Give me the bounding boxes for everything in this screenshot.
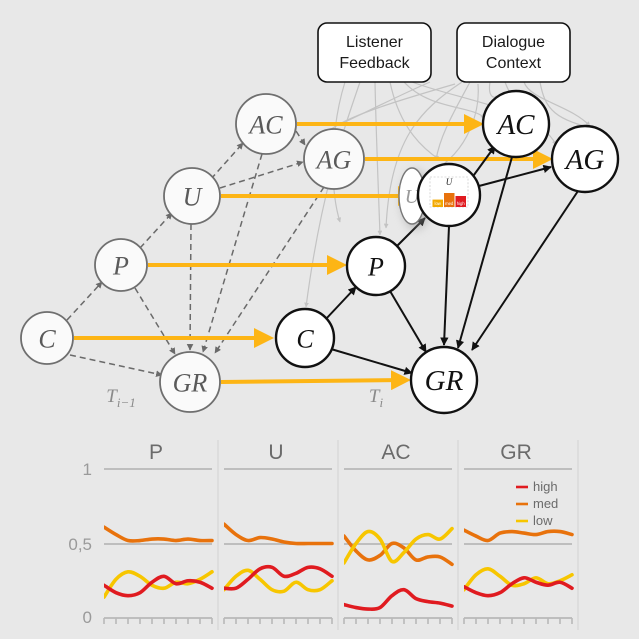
node-prev-gr-label: GR: [173, 369, 208, 398]
node-cur-p-label: P: [367, 253, 384, 282]
mini-bar-label-med: med: [445, 201, 454, 206]
node-cur-u[interactable]: U low med high: [416, 162, 482, 228]
node-prev-u-label: U: [183, 183, 204, 212]
panel-title-gr: GR: [500, 441, 532, 464]
temporal-arrow-gr: [220, 370, 411, 391]
node-prev-c-label: C: [38, 325, 56, 354]
node-prev-ag-label: AG: [315, 146, 352, 175]
node-prev-c[interactable]: C: [20, 311, 74, 365]
panel-title-u: U: [268, 441, 283, 464]
top-box-dialogue-context[interactable]: Dialogue Context: [456, 22, 571, 83]
dialogue-context-box[interactable]: [456, 22, 571, 83]
node-prev-ag[interactable]: AG: [303, 128, 365, 190]
ytick-05: 0,5: [68, 535, 92, 554]
ytick-1: 1: [83, 460, 92, 479]
listener-feedback-label-line2: Feedback: [339, 55, 410, 72]
node-prev-u[interactable]: U: [163, 167, 221, 225]
node-prev-gr[interactable]: GR: [159, 351, 221, 413]
node-cur-c[interactable]: C: [274, 307, 336, 369]
node-prev-ac-label: AC: [247, 111, 283, 140]
listener-feedback-label-line1: Listener: [346, 34, 404, 51]
node-cur-ac-label: AC: [495, 109, 535, 141]
node-prev-p[interactable]: P: [94, 238, 148, 292]
node-cur-gr[interactable]: GR: [409, 345, 479, 415]
panel-title-p: P: [149, 441, 163, 464]
legend-label-med: med: [533, 496, 558, 511]
node-cur-c-label: C: [296, 325, 314, 354]
mini-bar-label-low: low: [435, 201, 442, 206]
dialogue-context-label-line2: Context: [486, 55, 542, 72]
node-cur-gr-label: GR: [425, 365, 464, 397]
figure-root: Listener Feedback Dialogue Context C P U…: [0, 0, 639, 639]
node-cur-p[interactable]: P: [345, 235, 407, 297]
chart-legend: high med low: [516, 479, 558, 528]
ytick-0: 0: [83, 608, 92, 627]
node-prev-p-label: P: [112, 252, 129, 281]
mini-bar-label-high: high: [457, 201, 466, 206]
top-box-listener-feedback[interactable]: Listener Feedback: [317, 22, 432, 83]
node-prev-ac[interactable]: AC: [235, 93, 297, 155]
listener-feedback-box[interactable]: [317, 22, 432, 83]
legend-label-high: high: [533, 479, 558, 494]
node-cur-ag[interactable]: AG: [550, 124, 620, 194]
dialogue-context-label-line1: Dialogue: [482, 34, 545, 51]
node-cur-ag-label: AG: [564, 144, 605, 176]
node-cur-ac[interactable]: AC: [481, 89, 551, 159]
panel-title-ac: AC: [381, 441, 410, 464]
node-cur-u-label: U: [446, 177, 453, 187]
legend-label-low: low: [533, 513, 553, 528]
figure-canvas: Listener Feedback Dialogue Context C P U…: [0, 0, 639, 639]
